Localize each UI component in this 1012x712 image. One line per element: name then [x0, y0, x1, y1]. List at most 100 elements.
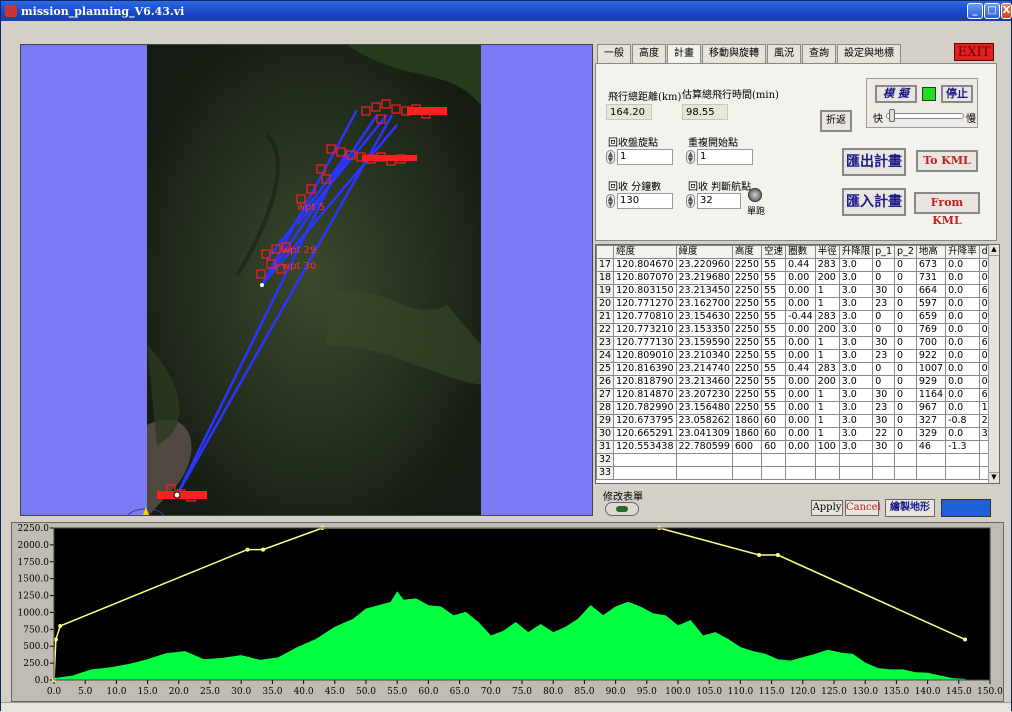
table-cell[interactable]: 23.162700 — [675, 297, 733, 311]
table-cell[interactable] — [675, 453, 733, 467]
table-cell[interactable]: 0 — [894, 401, 917, 415]
table-cell[interactable]: 1 — [814, 388, 840, 402]
table-cell[interactable]: 55 — [761, 284, 787, 298]
table-cell[interactable]: 120.818790 — [613, 375, 677, 389]
single-run-toggle[interactable] — [748, 188, 762, 202]
spin-arrows-icon[interactable]: ▲ ▼ — [606, 149, 615, 164]
table-cell[interactable]: 2250 — [731, 349, 763, 363]
table-cell[interactable]: 329 — [915, 427, 947, 441]
table-cell[interactable]: 3.0 — [838, 310, 874, 324]
table-cell[interactable]: -1.3 — [945, 440, 980, 454]
recover-break-stepper[interactable]: ▲ ▼ 32 — [686, 192, 741, 209]
table-cell[interactable]: 0.0 — [945, 297, 980, 311]
table-cell[interactable]: 120.673795 — [613, 414, 677, 428]
table-cell[interactable]: 30 — [872, 388, 896, 402]
table-cell[interactable]: 30 — [872, 336, 896, 350]
table-cell[interactable]: 0 — [894, 310, 917, 324]
table-cell[interactable]: 0.00 — [785, 414, 816, 428]
table-cell[interactable] — [761, 453, 787, 467]
table-cell[interactable]: 1 — [814, 297, 840, 311]
table-row[interactable]: 31 120.553438 22.780599 600 60 0.00 100 3.0 30 0 4… — [596, 440, 999, 454]
table-cell[interactable]: 120.771270 — [613, 297, 677, 311]
recover-spiral-input[interactable]: 1 — [617, 148, 673, 165]
repeat-start-input[interactable]: 1 — [697, 148, 753, 165]
table-cell[interactable]: 120.777130 — [613, 336, 677, 350]
table-cell[interactable]: 0.00 — [785, 349, 816, 363]
turnback-button[interactable]: 折返 — [820, 110, 852, 132]
table-cell[interactable]: 283 — [814, 310, 840, 324]
table-cell[interactable]: 0.0 — [945, 336, 980, 350]
table-cell[interactable]: 120.809010 — [613, 349, 677, 363]
table-cell[interactable]: 1 — [814, 349, 840, 363]
table-cell[interactable]: 0.0 — [945, 401, 980, 415]
table-cell[interactable]: 0.00 — [785, 388, 816, 402]
tab-5[interactable]: 查詢 — [802, 44, 836, 63]
table-cell[interactable]: 22 — [872, 427, 896, 441]
table-row[interactable]: 33 — [596, 466, 999, 480]
scroll-up-icon[interactable]: ▲ — [989, 245, 999, 256]
table-cell[interactable]: 327 — [915, 414, 947, 428]
satellite-map[interactable]: wpt 5 wpt 29 wpt 30 — [147, 45, 481, 515]
table-cell[interactable]: 22.780599 — [675, 440, 733, 454]
table-cell[interactable] — [945, 466, 980, 480]
table-cell[interactable] — [872, 466, 896, 480]
table-row[interactable]: 30 120.665291 23.041309 1860 60 0.00 1 3.0 22 0 32… — [596, 427, 999, 441]
table-cell[interactable]: 23 — [872, 297, 896, 311]
table-row[interactable]: 18 120.807070 23.219680 2250 55 0.00 200 3.0 0 0 7… — [596, 271, 999, 285]
table-cell[interactable]: 120.553438 — [613, 440, 677, 454]
table-row[interactable]: 24 120.809010 23.210340 2250 55 0.00 1 3.0 23 0 92… — [596, 349, 999, 363]
table-cell[interactable]: 60 — [761, 414, 787, 428]
table-cell[interactable]: 3.0 — [838, 323, 874, 337]
table-cell[interactable]: 3.0 — [838, 336, 874, 350]
table-cell[interactable]: 23.058262 — [675, 414, 733, 428]
table-cell[interactable]: -0.44 — [785, 310, 816, 324]
table-cell[interactable]: 0 — [872, 375, 896, 389]
table-cell[interactable]: 3.0 — [838, 427, 874, 441]
table-cell[interactable]: 3.0 — [838, 401, 874, 415]
speed-slider-thumb[interactable] — [888, 109, 895, 122]
tab-6[interactable]: 設定與地標 — [837, 44, 901, 63]
table-cell[interactable]: 0.00 — [785, 375, 816, 389]
table-cell[interactable] — [894, 453, 917, 467]
table-cell[interactable]: 30 — [872, 284, 896, 298]
cancel-button[interactable]: Cancel — [845, 500, 881, 516]
table-cell[interactable]: 55 — [761, 375, 787, 389]
table-cell[interactable]: 2250 — [731, 388, 763, 402]
table-row[interactable]: 17 120.804670 23.220960 2250 55 0.44 283 3.0 0 0 6… — [596, 258, 999, 272]
table-cell[interactable]: 120.804670 — [613, 258, 677, 272]
apply-button[interactable]: Apply — [811, 500, 843, 516]
table-cell[interactable]: 2250 — [731, 362, 763, 376]
tab-3[interactable]: 移動與旋轉 — [702, 44, 766, 63]
table-cell[interactable]: 600 — [731, 440, 763, 454]
table-cell[interactable]: 1860 — [731, 427, 763, 441]
export-plan-button[interactable]: 匯出計畫 — [842, 148, 906, 176]
table-cell[interactable]: 120.665291 — [613, 427, 677, 441]
table-cell[interactable]: 2250 — [731, 258, 763, 272]
table-cell[interactable]: 3.0 — [838, 297, 874, 311]
table-cell[interactable]: 55 — [761, 388, 787, 402]
table-cell[interactable]: 2250 — [731, 323, 763, 337]
table-cell[interactable]: 3.0 — [838, 414, 874, 428]
speed-slider-track[interactable] — [886, 113, 964, 119]
table-cell[interactable]: 0.00 — [785, 336, 816, 350]
table-cell[interactable] — [838, 453, 874, 467]
table-row[interactable]: 20 120.771270 23.162700 2250 55 0.00 1 3.0 23 0 59… — [596, 297, 999, 311]
table-cell[interactable] — [761, 466, 787, 480]
table-cell[interactable]: 55 — [761, 258, 787, 272]
table-row[interactable]: 21 120.770810 23.154630 2250 55 -0.44 283 3.0 0 0… — [596, 310, 999, 324]
table-cell[interactable]: 1 — [814, 284, 840, 298]
table-cell[interactable]: 0 — [894, 440, 917, 454]
table-cell[interactable]: 3.0 — [838, 362, 874, 376]
recover-minutes-input[interactable]: 130 — [617, 192, 673, 209]
table-row[interactable]: 27 120.814870 23.207230 2250 55 0.00 1 3.0 30 0 11… — [596, 388, 999, 402]
table-cell[interactable]: 120.773210 — [613, 323, 677, 337]
table-vertical-scrollbar[interactable]: ▲ ▼ — [988, 245, 999, 483]
table-cell[interactable]: 0 — [894, 336, 917, 350]
stop-button[interactable]: 停止 — [941, 85, 973, 103]
table-cell[interactable]: 922 — [915, 349, 947, 363]
table-cell[interactable]: 3.0 — [838, 349, 874, 363]
table-cell[interactable]: 23.213450 — [675, 284, 733, 298]
table-cell[interactable]: 1 — [814, 414, 840, 428]
table-cell[interactable] — [731, 466, 763, 480]
table-cell[interactable]: 0.0 — [945, 310, 980, 324]
